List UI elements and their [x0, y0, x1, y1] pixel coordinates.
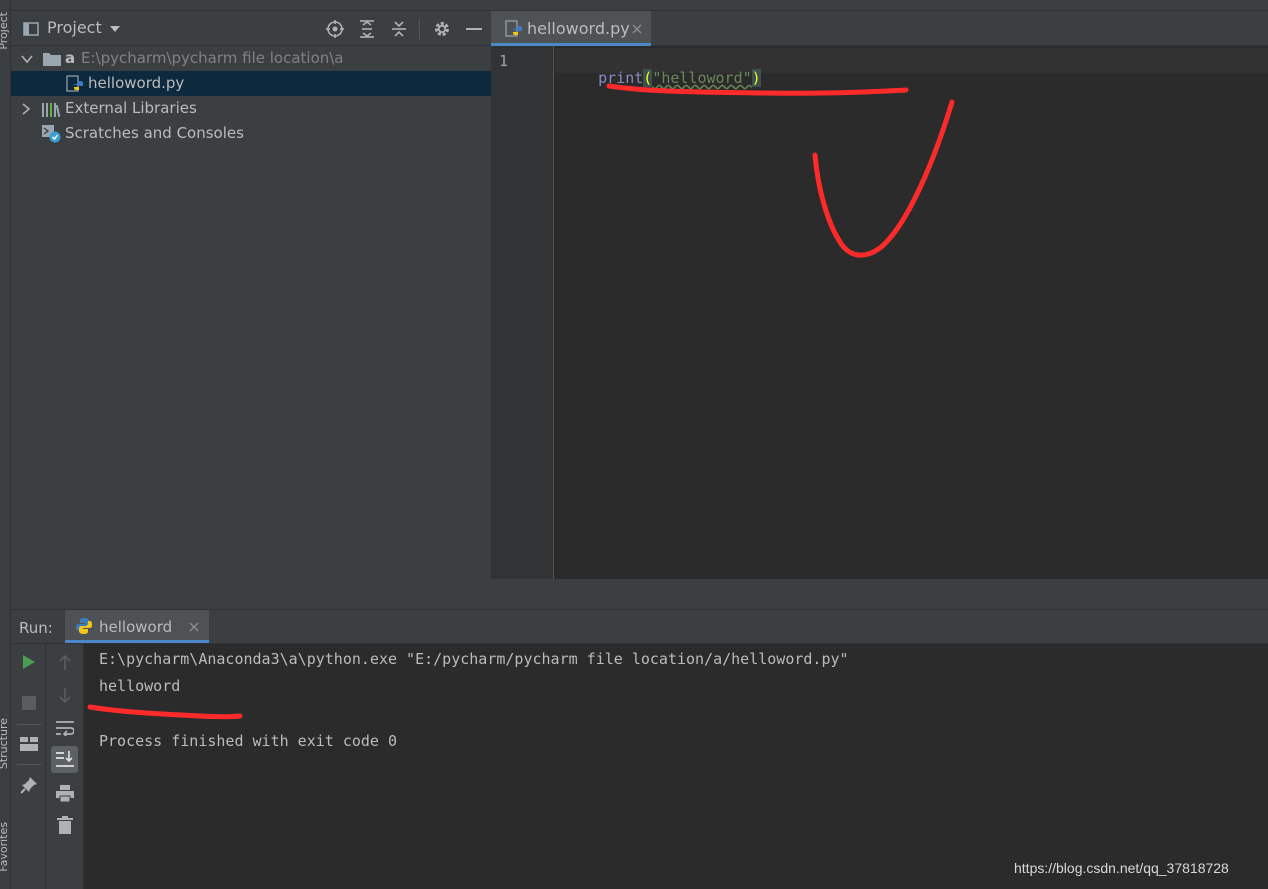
layout-icon[interactable] [20, 737, 38, 751]
file-name: helloword.py [88, 74, 185, 92]
toolbar-separator [17, 724, 41, 725]
code-line-1[interactable]: print("helloword") [562, 51, 761, 105]
down-arrow-icon[interactable] [58, 687, 72, 703]
line-number: 1 [499, 52, 509, 70]
toolbar-separator [419, 19, 420, 39]
folder-icon [43, 53, 61, 66]
structure-tool-window-label[interactable]: Structure [0, 718, 10, 769]
code-editor[interactable]: 1 print("helloword") [491, 46, 1268, 579]
project-view-icon [23, 22, 39, 36]
project-panel-header: Project [11, 11, 491, 46]
scroll-to-end-button[interactable] [51, 746, 78, 773]
string-literal: "helloword" [652, 69, 752, 87]
stop-icon[interactable] [22, 696, 36, 710]
scroll-to-end-icon [56, 751, 74, 767]
run-console-output[interactable]: E:\pycharm\Anaconda3\a\python.exe "E:/py… [84, 644, 1268, 889]
python-file-icon [66, 75, 83, 92]
console-line-output: helloword [99, 677, 181, 695]
python-icon [76, 618, 92, 634]
collapse-all-icon[interactable] [391, 20, 407, 38]
locate-file-icon[interactable] [326, 20, 344, 38]
toolbar-separator [17, 764, 41, 765]
editor-bottom-area [491, 579, 1268, 609]
menu-strip [0, 0, 1268, 11]
root-folder-path: E:\pycharm\pycharm file location\a [81, 49, 344, 67]
left-tool-stripe: Project Structure Favorites [0, 0, 11, 889]
print-keyword: print [598, 69, 644, 87]
tree-row-external-libraries[interactable]: External Libraries [11, 96, 491, 121]
tree-row-root[interactable]: a E:\pycharm\pycharm file location\a [11, 46, 491, 71]
pin-icon[interactable] [20, 776, 38, 794]
print-icon[interactable] [56, 785, 74, 802]
tab-label: helloword.py [527, 19, 630, 38]
run-toolbar-secondary [46, 644, 84, 889]
watermark: https://blog.csdn.net/qq_37818728 [1014, 860, 1229, 876]
chevron-down-icon[interactable] [21, 54, 33, 64]
favorites-tool-window-label[interactable]: Favorites [0, 822, 10, 872]
run-label: Run: [19, 619, 53, 637]
run-tab-helloword[interactable]: helloword [65, 610, 209, 643]
external-libraries-label: External Libraries [65, 99, 197, 117]
run-panel-header: Run: helloword [11, 609, 1268, 644]
gear-icon[interactable] [433, 20, 451, 38]
tree-row-scratches[interactable]: Scratches and Consoles [11, 121, 491, 146]
close-icon[interactable] [632, 24, 642, 34]
scratches-icon [42, 125, 61, 143]
project-panel: Project a E:\pycharm\pycharm file locati… [11, 11, 491, 609]
soft-wrap-icon[interactable] [56, 720, 74, 736]
scratches-label: Scratches and Consoles [65, 124, 244, 142]
open-paren: ( [643, 69, 653, 87]
close-icon[interactable] [189, 622, 199, 632]
trash-icon[interactable] [57, 816, 73, 834]
expand-all-icon[interactable] [359, 20, 375, 38]
console-line-command: E:\pycharm\Anaconda3\a\python.exe "E:/py… [99, 650, 849, 668]
close-paren: ) [751, 69, 761, 87]
project-tool-window-label[interactable]: Project [0, 12, 10, 50]
project-view-title[interactable]: Project [47, 18, 102, 37]
run-tab-label: helloword [99, 618, 173, 636]
up-arrow-icon[interactable] [58, 655, 72, 671]
chevron-down-icon[interactable] [109, 25, 121, 33]
rerun-icon[interactable] [22, 654, 36, 670]
editor-tab-bar: helloword.py [491, 11, 1268, 46]
python-file-icon [505, 20, 522, 37]
root-folder-name: a [65, 49, 76, 67]
run-toolbar-primary [11, 644, 46, 889]
tree-row-file[interactable]: helloword.py [11, 71, 491, 96]
library-icon [42, 103, 60, 117]
chevron-right-icon[interactable] [21, 103, 31, 115]
hide-panel-icon[interactable] [466, 27, 482, 31]
line-number-gutter: 1 [491, 46, 554, 579]
tab-helloword-py[interactable]: helloword.py [491, 11, 651, 46]
console-line-exit: Process finished with exit code 0 [99, 732, 398, 750]
